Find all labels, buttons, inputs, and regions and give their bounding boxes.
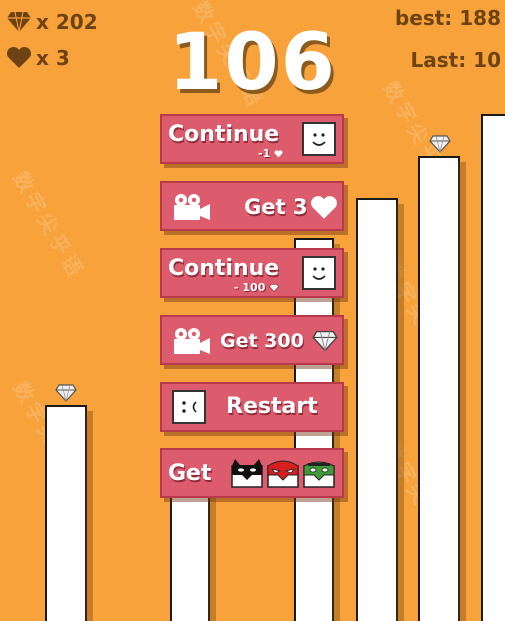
pillar (170, 480, 216, 621)
button-label: Get 300 (220, 330, 304, 352)
heart-icon (274, 150, 283, 158)
get-gems-button[interactable]: Get 300 (160, 315, 344, 365)
smiley-face-icon (302, 122, 336, 156)
pillar (418, 156, 466, 621)
video-camera-icon (174, 328, 210, 354)
get-masks-button[interactable]: Get (160, 448, 344, 498)
sad-face-icon (172, 390, 206, 424)
diamond-icon (312, 330, 338, 352)
button-label: Get (168, 461, 212, 486)
heart-icon (311, 196, 337, 219)
spiderman-mask-icon (267, 460, 299, 488)
restart-button[interactable]: Restart (160, 382, 344, 432)
watermark: 数字尖乎语 (8, 167, 90, 284)
get-lives-button[interactable]: Get 3 (160, 181, 344, 231)
batman-mask-icon (231, 459, 263, 488)
pillar (45, 405, 93, 621)
hulk-mask-icon (303, 461, 335, 488)
cost-label: -1 (258, 147, 283, 160)
button-label: Continue (168, 122, 280, 147)
continue-heart-button[interactable]: Continue -1 (160, 114, 344, 164)
continue-gems-button[interactable]: Continue - 100 (160, 248, 344, 298)
smiley-face-icon (302, 256, 336, 290)
diamond-icon[interactable] (55, 384, 77, 402)
diamond-icon[interactable] (429, 135, 451, 153)
button-label: Continue (168, 256, 280, 281)
pillar (481, 114, 505, 621)
button-label: Get 3 (244, 195, 308, 219)
button-label: Restart (226, 394, 318, 419)
cost-label: - 100 (234, 281, 280, 294)
diamond-icon (269, 284, 280, 293)
video-camera-icon (174, 194, 210, 220)
pillar (356, 198, 404, 621)
current-score: 106 (168, 18, 337, 108)
